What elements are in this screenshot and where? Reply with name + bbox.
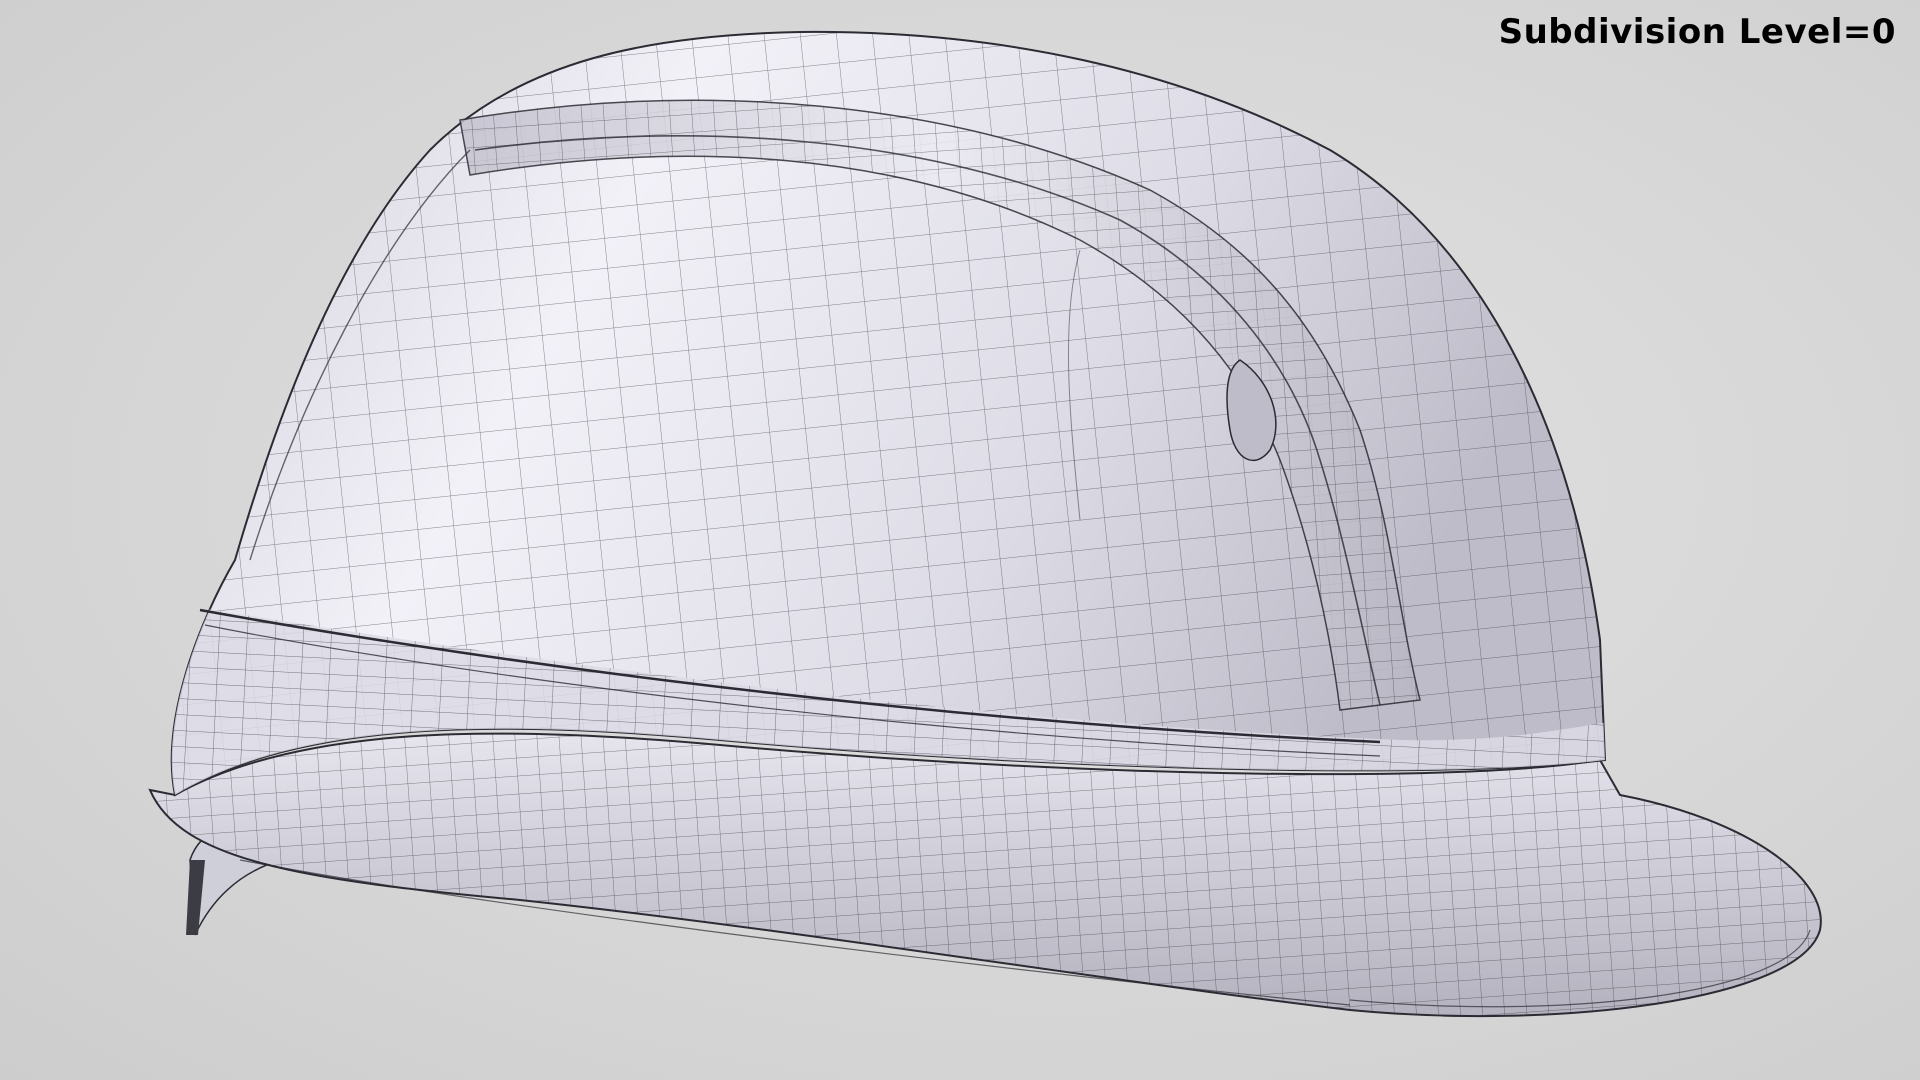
hard-hat-wireframe-icon	[148, 30, 1822, 1018]
subdivision-level-label: Subdivision Level=0	[1498, 12, 1896, 52]
render-viewport: Subdivision Level=0	[0, 0, 1920, 1080]
